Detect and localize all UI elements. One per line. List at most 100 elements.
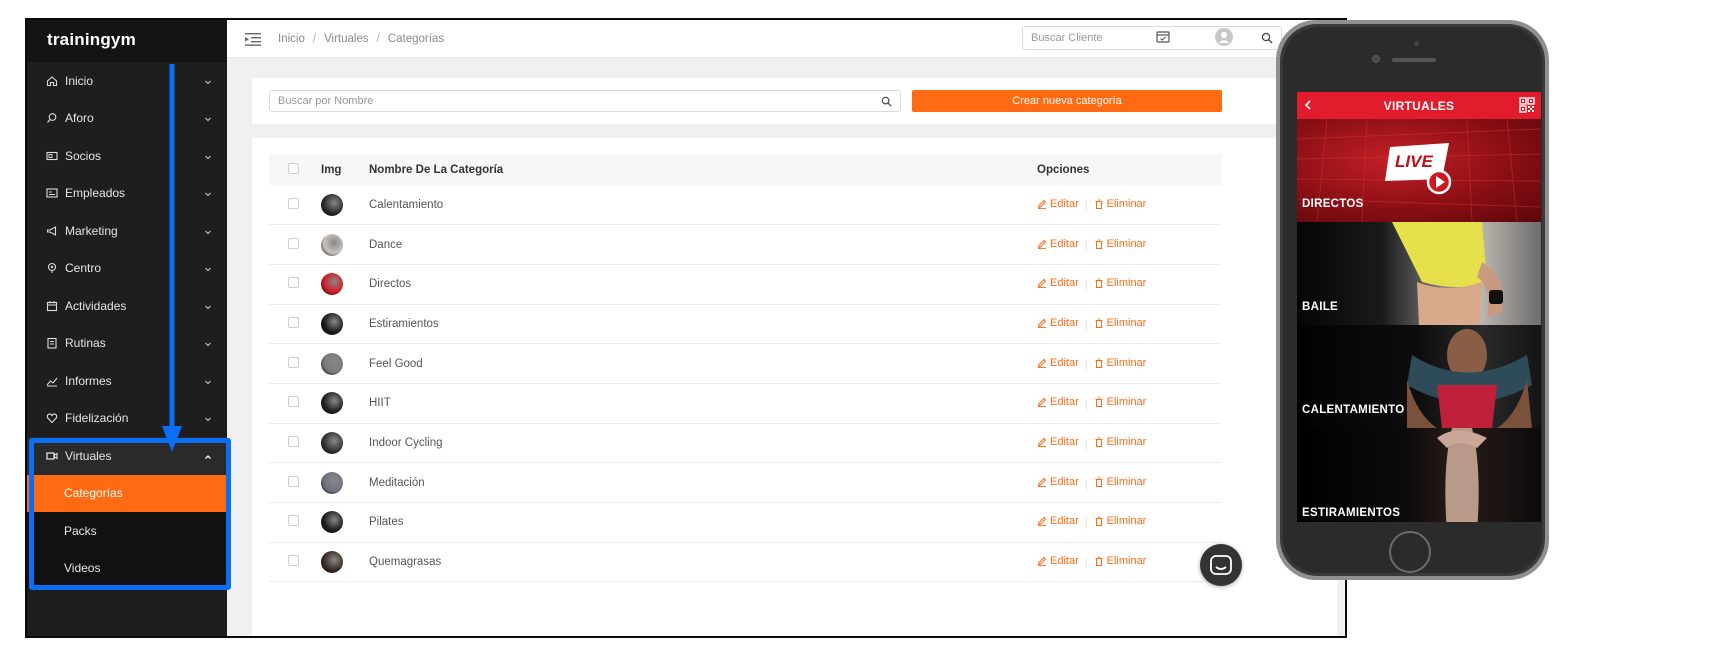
edit-button[interactable]: Editar	[1037, 515, 1079, 527]
sidebar-item-centro[interactable]: Centro	[27, 250, 227, 288]
row-checkbox[interactable]	[288, 435, 299, 447]
action-divider: |	[1084, 398, 1088, 411]
chat-icon	[1210, 555, 1232, 575]
chevron-down-icon	[203, 376, 213, 386]
category-name: Estiramientos	[369, 317, 439, 330]
client-search-input[interactable]: Buscar Cliente	[1022, 26, 1282, 50]
row-checkbox[interactable]	[288, 237, 299, 249]
row-checkbox[interactable]	[288, 475, 299, 487]
sidebar-item-marketing[interactable]: Marketing	[27, 212, 227, 250]
delete-button[interactable]: Eliminar	[1094, 357, 1146, 369]
edit-button[interactable]: Editar	[1037, 357, 1079, 369]
table-row: Calentamiento Editar | Eliminar	[269, 185, 1222, 225]
phone-mockup: VIRTUALES LIVE DIRECTOS BAILE CALENTAMIE…	[1276, 20, 1549, 580]
admin-window: trainingym Inicio Aforo Socios Empleados Mar…	[25, 18, 1347, 638]
edit-button[interactable]: Editar	[1037, 396, 1079, 408]
delete-label: Eliminar	[1106, 197, 1147, 210]
edit-label: Editar	[1050, 435, 1079, 448]
sidebar-item-actividades[interactable]: Actividades	[27, 287, 227, 325]
edit-button[interactable]: Editar	[1037, 198, 1079, 210]
edit-button[interactable]: Editar	[1037, 476, 1079, 488]
location-icon	[46, 262, 58, 274]
sidebar-item-label: Actividades	[65, 298, 127, 313]
calendar-check-icon[interactable]	[1155, 29, 1171, 45]
category-thumbnail	[321, 431, 343, 454]
pencil-icon	[1037, 358, 1047, 368]
sidebar-item-label: Socios	[65, 148, 102, 163]
breadcrumb-virtuales[interactable]: Virtuales	[324, 33, 369, 45]
row-actions: Editar | Eliminar	[1037, 503, 1222, 543]
search-icon[interactable]	[1261, 32, 1273, 44]
delete-button[interactable]: Eliminar	[1094, 317, 1146, 329]
delete-button[interactable]: Eliminar	[1094, 396, 1146, 408]
row-checkbox[interactable]	[288, 316, 299, 328]
delete-button[interactable]: Eliminar	[1094, 277, 1146, 289]
table-row: Estiramientos Editar | Eliminar	[269, 304, 1222, 344]
trash-icon	[1095, 556, 1103, 567]
sidebar-item-label: Centro	[65, 261, 102, 276]
sidebar-item-inicio[interactable]: Inicio	[27, 62, 227, 100]
sidebar-item-label: Rutinas	[65, 336, 106, 351]
back-chevron-icon[interactable]	[1303, 98, 1313, 112]
table-row: Feel Good Editar | Eliminar	[269, 344, 1222, 384]
edit-label: Editar	[1050, 515, 1079, 528]
row-actions: Editar | Eliminar	[1037, 344, 1222, 384]
breadcrumb: Inicio / Virtuales / Categorías	[278, 33, 444, 45]
category-card-label: DIRECTOS	[1302, 198, 1364, 210]
delete-button[interactable]: Eliminar	[1094, 238, 1146, 250]
name-search-input[interactable]: Buscar por Nombre	[269, 90, 901, 112]
edit-label: Editar	[1050, 316, 1079, 329]
row-actions: Editar | Eliminar	[1037, 264, 1222, 304]
sidebar-item-aforo[interactable]: Aforo	[27, 100, 227, 138]
category-card-estiramientos[interactable]: ESTIRAMIENTOS	[1297, 428, 1541, 522]
create-category-button[interactable]: Crear nueva categoría	[912, 90, 1222, 112]
select-all-checkbox[interactable]	[288, 162, 299, 174]
avatar[interactable]	[1215, 28, 1233, 46]
category-name: Quemagrasas	[369, 556, 442, 569]
sidebar-item-empleados[interactable]: Empleados	[27, 175, 227, 213]
category-card-calentamiento[interactable]: CALENTAMIENTO	[1297, 325, 1541, 428]
chat-button[interactable]	[1200, 544, 1242, 586]
edit-button[interactable]: Editar	[1037, 277, 1079, 289]
category-card-label: CALENTAMIENTO	[1302, 404, 1405, 416]
search-icon[interactable]	[881, 96, 892, 107]
sidebar-item-rutinas[interactable]: Rutinas	[27, 325, 227, 363]
edit-button[interactable]: Editar	[1037, 555, 1079, 567]
table-row: Indoor Cycling Editar | Eliminar	[269, 423, 1222, 463]
delete-button[interactable]: Eliminar	[1094, 515, 1146, 527]
delete-button[interactable]: Eliminar	[1094, 475, 1147, 488]
delete-label: Eliminar	[1106, 475, 1147, 488]
table-row: Directos Editar | Eliminar	[269, 264, 1222, 305]
column-header-img: Img	[321, 163, 342, 176]
home-button[interactable]	[1389, 531, 1431, 573]
row-actions: Editar | Eliminar	[1037, 542, 1222, 582]
row-checkbox[interactable]	[288, 356, 299, 368]
row-checkbox[interactable]	[288, 396, 299, 408]
breadcrumb-inicio[interactable]: Inicio	[278, 33, 305, 45]
sidebar-item-informes[interactable]: Informes	[27, 362, 227, 400]
delete-button[interactable]: Eliminar	[1094, 436, 1146, 448]
category-card-directos[interactable]: LIVE DIRECTOS	[1297, 119, 1541, 222]
category-name: Indoor Cycling	[369, 436, 443, 449]
category-card-baile[interactable]: BAILE	[1297, 222, 1541, 325]
sidebar-item-fidelizacion[interactable]: Fidelización	[27, 400, 227, 438]
row-checkbox[interactable]	[288, 555, 299, 567]
row-checkbox[interactable]	[288, 277, 299, 289]
sidebar-item-socios[interactable]: Socios	[27, 137, 227, 175]
breadcrumb-separator: /	[376, 32, 380, 45]
row-actions: Editar | Eliminar	[1037, 185, 1222, 225]
qr-code-icon[interactable]	[1519, 97, 1535, 113]
table-row: Meditación Editar | Eliminar	[269, 463, 1222, 503]
row-checkbox[interactable]	[288, 515, 299, 527]
edit-button[interactable]: Editar	[1037, 436, 1079, 448]
filter-panel: Buscar por Nombre Crear nueva categoría	[252, 78, 1337, 124]
category-thumbnail	[321, 511, 343, 534]
delete-button[interactable]: Eliminar	[1094, 555, 1146, 567]
row-checkbox[interactable]	[288, 197, 299, 209]
menu-collapse-icon[interactable]	[245, 32, 261, 46]
column-header-name[interactable]: Nombre De La Categoría	[369, 154, 1037, 185]
edit-button[interactable]: Editar	[1037, 317, 1079, 329]
delete-button[interactable]: Eliminar	[1094, 197, 1147, 210]
edit-button[interactable]: Editar	[1037, 238, 1079, 250]
edit-label: Editar	[1050, 237, 1079, 250]
